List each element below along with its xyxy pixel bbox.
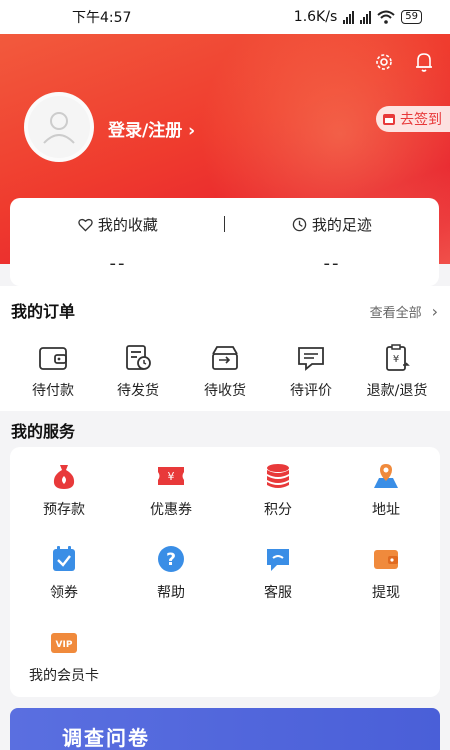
favorites-count: --	[109, 253, 127, 274]
login-register-label: 登录/注册	[108, 121, 183, 141]
status-indicators: 1.6K/s 59	[294, 9, 422, 25]
service-coupon[interactable]: ¥ 优惠券	[121, 461, 221, 519]
survey-banner[interactable]: 调查问卷	[10, 708, 440, 750]
avatar[interactable]	[24, 92, 94, 162]
wifi-icon	[377, 10, 395, 24]
coupon-icon: ¥	[158, 467, 184, 485]
order-label: 待付款	[32, 383, 74, 399]
order-pending-payment[interactable]: 待付款	[8, 344, 98, 400]
favorites-card: 我的收藏 -- 我的足迹 --	[10, 198, 439, 286]
svg-text:VIP: VIP	[56, 640, 73, 650]
clock-doc-icon	[126, 345, 151, 370]
svg-text:¥: ¥	[168, 470, 175, 483]
service-label: 我的会员卡	[29, 668, 99, 684]
svg-text:?: ?	[166, 550, 176, 570]
status-bar: 下午4:57 1.6K/s 59	[0, 0, 450, 34]
service-label: 领券	[50, 585, 78, 601]
orders-section: 我的订单 查看全部 › 待付款 待发货 待收货 待评价 ¥ 退款/退货	[0, 286, 450, 411]
sign-in-label: 去签到	[400, 112, 442, 128]
network-speed: 1.6K/s	[293, 9, 338, 25]
divider	[224, 216, 225, 232]
order-label: 退款/退货	[366, 383, 428, 399]
box-icon	[212, 346, 238, 370]
service-label: 客服	[264, 585, 292, 601]
heart-icon	[78, 218, 93, 232]
services-title: 我的服务	[11, 422, 76, 441]
calendar-check-icon	[53, 546, 75, 571]
service-help[interactable]: ? 帮助	[121, 544, 221, 602]
service-claim-coupon[interactable]: 领券	[14, 544, 114, 602]
settings-gear-icon[interactable]	[374, 52, 394, 72]
survey-banner-label: 调查问卷	[62, 726, 150, 750]
chevron-right-icon: ›	[182, 121, 196, 141]
service-withdraw[interactable]: 提现	[336, 544, 436, 602]
battery-icon: 59	[401, 10, 422, 24]
comment-icon	[298, 347, 324, 371]
refund-icon: ¥	[386, 344, 410, 371]
login-register-link[interactable]: 登录/注册 ›	[108, 116, 195, 141]
map-pin-icon	[374, 464, 398, 488]
points-stack-icon	[267, 464, 289, 488]
status-time: 下午4:57	[72, 10, 132, 26]
sign-in-button[interactable]: 去签到	[376, 106, 450, 132]
footprints-count: --	[323, 253, 341, 274]
notification-bell-icon[interactable]	[414, 51, 434, 73]
footprints-label: 我的足迹	[311, 216, 372, 234]
calendar-icon	[383, 114, 395, 125]
service-label: 预存款	[43, 502, 85, 518]
order-pending-receipt[interactable]: 待收货	[180, 344, 270, 400]
service-address[interactable]: 地址	[336, 461, 436, 519]
service-label: 帮助	[157, 585, 185, 601]
order-label: 待评价	[290, 383, 332, 399]
order-label: 待发货	[117, 383, 159, 399]
chevron-right-icon: ›	[431, 302, 438, 321]
view-all-orders-link[interactable]: 查看全部 ›	[370, 302, 438, 321]
orders-title: 我的订单	[11, 302, 76, 321]
user-avatar-icon	[43, 112, 75, 144]
money-bag-icon	[53, 465, 75, 489]
favorites-label: 我的收藏	[97, 216, 158, 234]
vip-card-icon: VIP	[51, 633, 77, 653]
help-icon: ?	[158, 546, 184, 572]
service-customer-service[interactable]: 客服	[228, 544, 328, 602]
order-refund[interactable]: ¥ 退款/退货	[352, 344, 442, 400]
wallet-icon	[39, 347, 67, 370]
footprints-link[interactable]: 我的足迹 --	[232, 214, 432, 274]
signal-icon-2	[360, 10, 372, 24]
clock-icon	[292, 217, 307, 232]
chat-icon	[267, 549, 289, 571]
order-pending-shipment[interactable]: 待发货	[93, 344, 183, 400]
service-label: 优惠券	[150, 502, 192, 518]
view-all-label: 查看全部	[369, 306, 422, 321]
svg-text:¥: ¥	[393, 354, 399, 365]
order-pending-review[interactable]: 待评价	[266, 344, 356, 400]
service-label: 积分	[264, 502, 292, 518]
order-label: 待收货	[204, 383, 246, 399]
service-member-card[interactable]: VIP 我的会员卡	[14, 627, 114, 685]
favorites-link[interactable]: 我的收藏 --	[18, 214, 218, 274]
wallet-cash-icon	[374, 550, 398, 569]
services-card: 预存款 ¥ 优惠券 积分 地址 领券 ? 帮助 客服 提现 VIP 我的会员卡	[10, 447, 440, 697]
signal-icon	[343, 10, 355, 24]
service-label: 地址	[372, 502, 400, 518]
service-deposit[interactable]: 预存款	[14, 461, 114, 519]
service-label: 提现	[372, 585, 400, 601]
service-points[interactable]: 积分	[228, 461, 328, 519]
